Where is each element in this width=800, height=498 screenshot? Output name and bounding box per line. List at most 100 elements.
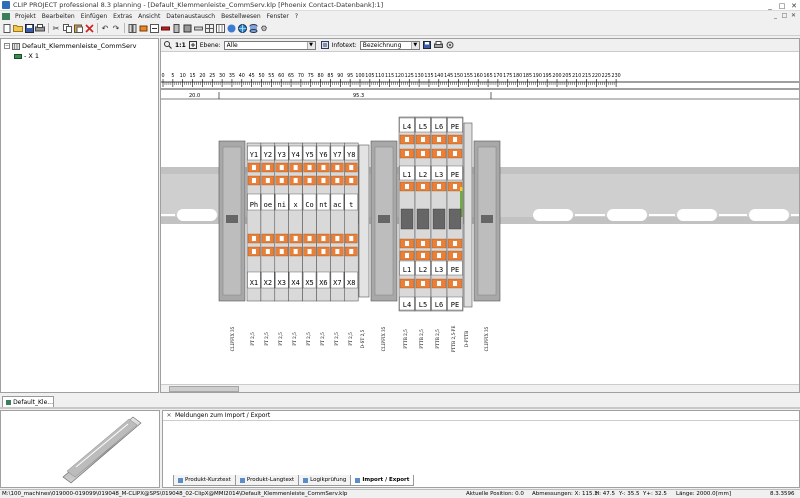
terminal-block[interactable]: Y6 nt X6 — [316, 142, 331, 302]
terminal-group-1: Y1 Ph X1 Y2 oe X2 Y3 ni X3 Y4 x X4 Y5 Co X5 Y6 nt X6 Y7 ac X… — [246, 142, 359, 302]
end-clamp-left[interactable] — [218, 140, 246, 302]
menu-einfuegen[interactable]: Einfügen — [78, 13, 110, 20]
document-tab[interactable]: Default_Kle... — [2, 396, 54, 407]
tab-logikpruefung[interactable]: Logikprüfung — [298, 475, 352, 486]
splitter[interactable] — [0, 407, 800, 409]
paste-icon[interactable] — [73, 23, 83, 33]
marker-text: X7 — [333, 279, 341, 287]
menu-bar: Projekt Bearbeiten Einfügen Extras Ansic… — [0, 11, 800, 21]
ruler-tick-label: 135 — [424, 73, 433, 79]
marker-text: Y8 — [347, 151, 355, 159]
title-bar: CLIP PROJECT professional 8.3 planning -… — [0, 0, 800, 11]
product-preview-panel — [0, 410, 160, 488]
terminal-block[interactable]: Y1 Ph X1 — [246, 142, 262, 302]
terminal-block[interactable]: Y4 x X4 — [288, 142, 303, 302]
menu-bestellwesen[interactable]: Bestellwesen — [218, 13, 264, 20]
terminal-insert-icon[interactable] — [127, 23, 137, 33]
maximize-button[interactable]: □ — [776, 0, 788, 11]
delete-icon[interactable] — [84, 23, 94, 33]
terminal-block[interactable]: Y7 ac X7 — [330, 142, 345, 302]
terminal-block[interactable]: Y5 Co X5 — [302, 142, 317, 302]
layout-icon[interactable] — [204, 23, 214, 33]
spring-opening — [453, 281, 457, 286]
bridge-icon[interactable] — [160, 23, 170, 33]
ruler-tick-label: 175 — [503, 73, 512, 79]
mdi-close-button[interactable]: ✕ — [789, 11, 798, 20]
marker-text: L6 — [435, 301, 443, 309]
spring-opening — [265, 236, 270, 241]
new-file-icon[interactable] — [2, 23, 12, 33]
ruler-tick-label: 0 — [161, 73, 164, 79]
ruler-tick-label: 150 — [454, 73, 463, 79]
print-icon[interactable] — [35, 23, 45, 33]
accessory-icon[interactable] — [138, 23, 148, 33]
ruler-tick-label: 105 — [365, 73, 374, 79]
end-clamp-icon[interactable] — [182, 23, 192, 33]
terminal-foot — [416, 208, 430, 230]
minimize-button[interactable]: _ — [764, 0, 776, 11]
cut-icon[interactable]: ✂ — [51, 23, 61, 33]
ruler-tick-label: 110 — [375, 73, 384, 79]
horizontal-scrollbar[interactable] — [161, 384, 799, 392]
end-cover-icon[interactable] — [171, 23, 181, 33]
pe-yellow-mark — [460, 187, 463, 191]
undo-icon[interactable]: ↶ — [100, 23, 110, 33]
end-cover-d-st[interactable] — [358, 144, 370, 298]
ruler-tick-label: 15 — [189, 73, 195, 79]
database-icon[interactable] — [248, 23, 258, 33]
check-icon[interactable] — [226, 23, 236, 33]
close-button[interactable]: ✕ — [788, 0, 800, 11]
copy-icon[interactable] — [62, 23, 72, 33]
mdi-minimize-button[interactable]: _ — [771, 11, 780, 20]
tab-produkt-langtext[interactable]: Produkt-Langtext — [234, 475, 300, 486]
spring-opening — [307, 236, 312, 241]
end-clamp-middle[interactable] — [370, 140, 398, 302]
settings-icon[interactable]: ⚙ — [259, 23, 269, 33]
end-cover-d-pttb[interactable] — [463, 122, 473, 308]
end-clamp-right[interactable] — [473, 140, 501, 302]
menu-help[interactable]: ? — [292, 13, 301, 20]
marker-text: x — [294, 201, 298, 209]
menu-bearbeiten[interactable]: Bearbeiten — [39, 13, 78, 20]
tab-produkt-kurztext[interactable]: Produkt-Kurztext — [173, 475, 236, 486]
spring-opening — [335, 178, 340, 183]
menu-datenaustausch[interactable]: Datenaustausch — [163, 13, 218, 20]
grid-icon[interactable] — [215, 23, 225, 33]
menu-extras[interactable]: Extras — [110, 13, 135, 20]
spring-opening — [437, 281, 441, 286]
marker-text: t — [349, 201, 353, 209]
rail-icon[interactable] — [193, 23, 203, 33]
marker-icon[interactable] — [149, 23, 159, 33]
tab-label: Produkt-Kurztext — [185, 477, 231, 483]
close-icon[interactable]: ✕ — [165, 412, 173, 420]
ruler-tick-label: 215 — [582, 73, 591, 79]
open-folder-icon[interactable] — [13, 23, 23, 33]
redo-icon[interactable]: ↷ — [111, 23, 121, 33]
terminal-block[interactable]: Y3 ni X3 — [274, 142, 289, 302]
marker-text: Y5 — [305, 151, 313, 159]
spring-opening — [279, 249, 284, 254]
tab-import-export[interactable]: Import / Export — [350, 475, 415, 486]
scrollbar-thumb[interactable] — [169, 386, 239, 392]
tree-node-x1[interactable]: - X 1 — [4, 51, 155, 61]
globe-icon[interactable] — [237, 23, 247, 33]
menu-projekt[interactable]: Projekt — [12, 13, 39, 20]
terminal-designation-label: PTTB 2,5 — [403, 329, 408, 349]
spring-opening — [265, 178, 270, 183]
save-icon[interactable] — [24, 23, 34, 33]
messages-tabs: Produkt-Kurztext Produkt-Langtext Logikp… — [173, 475, 415, 486]
mdi-restore-button[interactable]: □ — [780, 11, 789, 20]
spring-opening — [335, 249, 340, 254]
menu-fenster[interactable]: Fenster — [264, 13, 292, 20]
drawing-canvas[interactable]: 0 5 10 15 20 25 30 35 40 45 50 55 60 65 70 75 80 85 90 95 10… — [161, 39, 800, 393]
terminal-block[interactable]: Y8 t X8 — [344, 142, 359, 302]
menu-ansicht[interactable]: Ansicht — [135, 13, 163, 20]
status-height: H: 47.5 — [595, 491, 615, 497]
terminal-block[interactable]: Y2 oe X2 — [260, 142, 276, 302]
collapse-icon[interactable]: − — [4, 43, 10, 49]
spring-opening — [421, 253, 425, 258]
marker-text: L2 — [419, 171, 427, 179]
spring-opening — [453, 151, 457, 156]
marker-text: L3 — [435, 171, 443, 179]
tree-node-root[interactable]: − Default_Klemmenleiste_CommServ — [4, 41, 155, 51]
